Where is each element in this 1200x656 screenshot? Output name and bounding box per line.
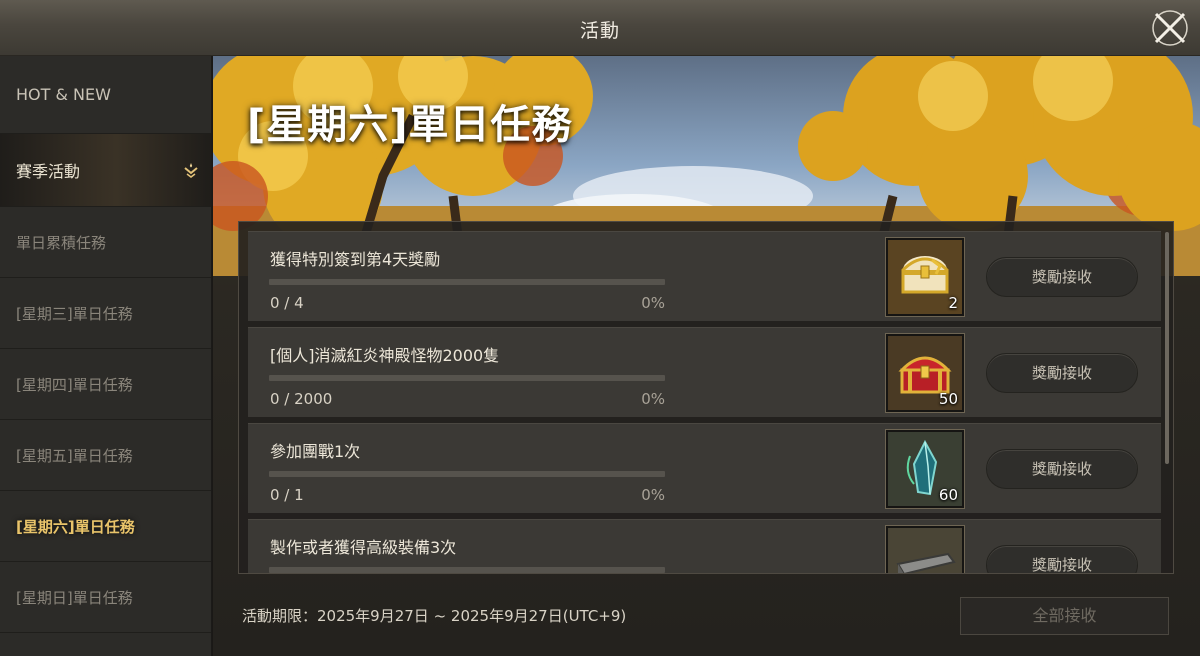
- sidebar-item-label: [星期六]單日任務: [16, 517, 135, 536]
- quest-row: 參加團戰1次 0 / 1 0% 60 獎勵接收: [248, 423, 1161, 513]
- sidebar-item-label: 單日累積任務: [16, 233, 107, 252]
- sidebar-item-label: [星期四]單日任務: [16, 375, 133, 394]
- close-icon: [1152, 10, 1188, 46]
- quest-progress-percent: 0%: [641, 486, 665, 504]
- quest-progress-count: 0 / 4: [270, 294, 304, 312]
- sidebar-item-daily-cumulative[interactable]: 單日累積任務: [0, 207, 211, 278]
- quest-row: 製作或者獲得高級裝備3次 獎勵接收: [248, 519, 1161, 573]
- reward-item[interactable]: 50: [885, 333, 965, 413]
- quest-title: [個人]消滅紅炎神殿怪物2000隻: [270, 346, 500, 365]
- sidebar: HOT & NEW 賽季活動 單日累積任務 [星期三]單日任務 [星期四]單日任…: [0, 56, 212, 656]
- sidebar-item-label: HOT & NEW: [16, 85, 111, 104]
- claim-reward-button[interactable]: 獎勵接收: [986, 353, 1138, 393]
- quest-row: 獲得特別簽到第4天獎勵 0 / 4 0% 2 獎勵接收: [248, 231, 1161, 321]
- sidebar-item-sunday[interactable]: [星期日]單日任務: [0, 562, 211, 633]
- reward-quantity: 50: [938, 390, 958, 408]
- sidebar-item-wednesday[interactable]: [星期三]單日任務: [0, 278, 211, 349]
- quest-progress-count: 0 / 2000: [270, 390, 333, 408]
- sidebar-item-friday[interactable]: [星期五]單日任務: [0, 420, 211, 491]
- claim-reward-button[interactable]: 獎勵接收: [986, 545, 1138, 573]
- title-bar: 活動: [0, 0, 1200, 56]
- claim-all-button[interactable]: 全部接收: [960, 597, 1169, 635]
- quest-progress-count: 0 / 1: [270, 486, 304, 504]
- claim-reward-button[interactable]: 獎勵接收: [986, 449, 1138, 489]
- page-title: [星期六]單日任務: [247, 102, 573, 148]
- sidebar-item-saturday[interactable]: [星期六]單日任務: [0, 491, 211, 562]
- quest-title: 參加團戰1次: [270, 442, 361, 461]
- quest-progress-bar: [269, 375, 665, 381]
- reward-quantity: 60: [938, 486, 958, 504]
- sidebar-item-label: [星期三]單日任務: [16, 304, 133, 323]
- quest-title: 製作或者獲得高級裝備3次: [270, 538, 457, 557]
- quest-title: 獲得特別簽到第4天獎勵: [270, 250, 441, 269]
- reward-quantity: 2: [948, 294, 958, 312]
- collapse-chevron-icon: [184, 163, 198, 178]
- quest-progress-percent: 0%: [641, 390, 665, 408]
- close-button[interactable]: [1150, 8, 1190, 48]
- sidebar-item-thursday[interactable]: [星期四]單日任務: [0, 349, 211, 420]
- iron-ingot-icon: [888, 528, 962, 573]
- window-title: 活動: [579, 20, 620, 42]
- quest-progress-bar: [269, 471, 665, 477]
- reward-item[interactable]: 60: [885, 429, 965, 509]
- main-content: [星期六]單日任務 獲得特別簽到第4天獎勵 0 / 4 0% 2 獎勵接收 [個…: [213, 56, 1200, 656]
- reward-item[interactable]: 2: [885, 237, 965, 317]
- quest-progress-percent: 0%: [641, 294, 665, 312]
- event-period: 活動期限：2025年9月27日 ~ 2025年9月27日(UTC+9): [242, 607, 627, 625]
- quest-row: [個人]消滅紅炎神殿怪物2000隻 0 / 2000 0% 50 獎勵接收: [248, 327, 1161, 417]
- sidebar-category-season-events[interactable]: 賽季活動: [0, 134, 211, 207]
- quest-progress-bar: [269, 567, 665, 573]
- quest-list[interactable]: 獲得特別簽到第4天獎勵 0 / 4 0% 2 獎勵接收 [個人]消滅紅炎神殿怪物…: [238, 221, 1174, 574]
- sidebar-item-hot-new[interactable]: HOT & NEW: [0, 56, 211, 134]
- reward-item[interactable]: [885, 525, 965, 573]
- sidebar-item-label: [星期五]單日任務: [16, 446, 133, 465]
- scrollbar[interactable]: [1165, 232, 1169, 464]
- sidebar-item-label: [星期日]單日任務: [16, 588, 133, 607]
- quest-progress-bar: [269, 279, 665, 285]
- claim-reward-button[interactable]: 獎勵接收: [986, 257, 1138, 297]
- sidebar-item-label: 賽季活動: [16, 162, 81, 181]
